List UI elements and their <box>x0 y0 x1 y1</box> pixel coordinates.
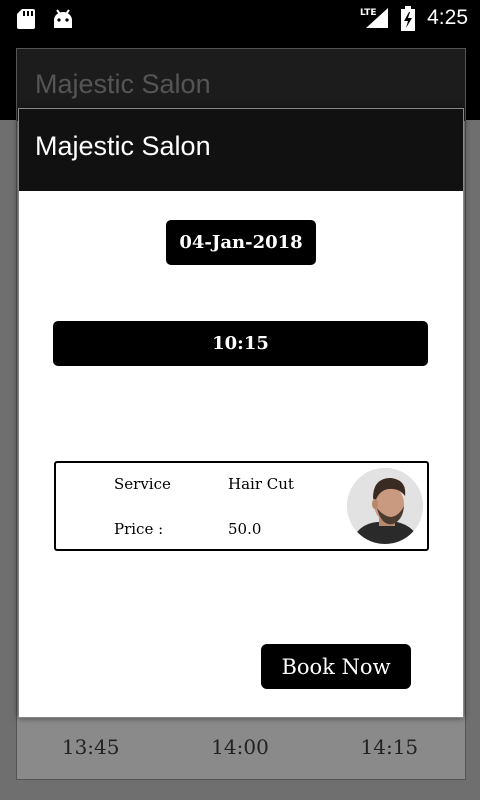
time-slot[interactable]: 13:45 <box>62 735 120 759</box>
price-label: Price : <box>114 520 164 538</box>
service-image <box>347 468 423 544</box>
price-value: 50.0 <box>228 520 262 538</box>
time-slot[interactable]: 14:00 <box>211 735 269 759</box>
status-bar: LTE 4:25 <box>0 0 480 38</box>
book-now-button[interactable]: Book Now <box>261 644 411 689</box>
battery-icon <box>400 6 416 37</box>
svg-text:LTE: LTE <box>360 8 377 18</box>
service-value: Hair Cut <box>228 475 294 493</box>
status-time: 4:25 <box>427 6 468 29</box>
dialog-title: Majestic Salon <box>35 131 211 161</box>
background-title: Majestic Salon <box>35 69 211 99</box>
signal-icon: LTE <box>360 6 390 35</box>
time-button[interactable]: 10:15 <box>53 321 428 366</box>
background-time-slots: 13:45 14:00 14:15 <box>16 722 464 772</box>
date-button[interactable]: 04-Jan-2018 <box>166 220 316 265</box>
man-haircut-avatar-icon <box>347 468 423 544</box>
service-card: Service Hair Cut Price : 50.0 <box>54 461 429 551</box>
time-slot[interactable]: 14:15 <box>361 735 419 759</box>
dialog-header: Majestic Salon <box>19 109 463 191</box>
service-label: Service <box>114 475 171 493</box>
sd-card-icon <box>16 8 36 35</box>
booking-dialog: Majestic Salon 04-Jan-2018 10:15 Service… <box>18 108 464 718</box>
android-icon <box>52 8 74 35</box>
